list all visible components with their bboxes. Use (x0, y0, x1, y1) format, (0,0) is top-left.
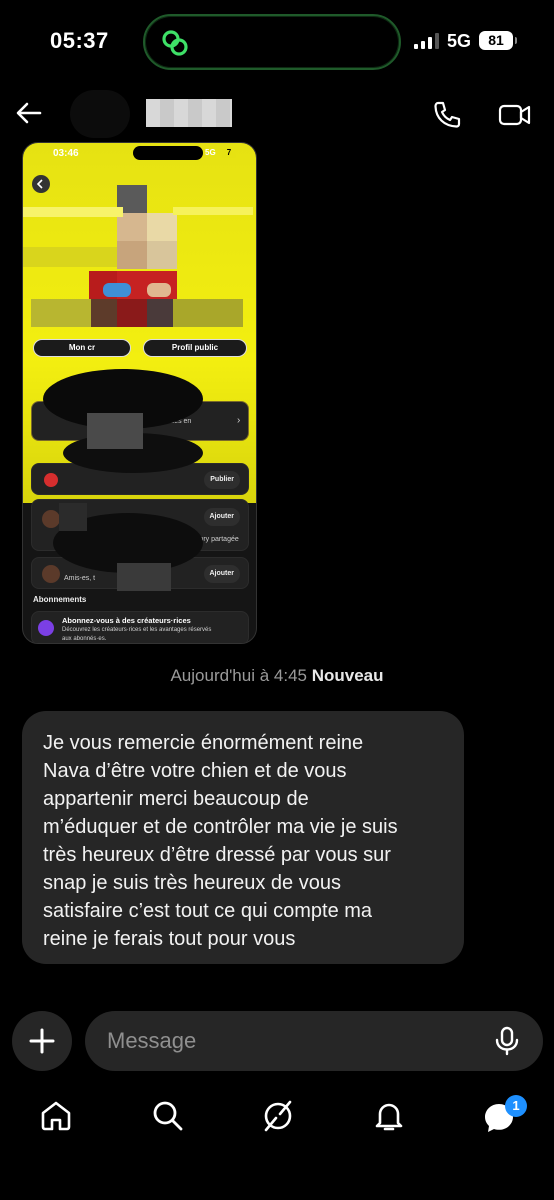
embedded-my-profile-button: Mon cr (33, 339, 131, 357)
message-timestamp: Aujourd'hui à 4:45 Nouveau (0, 666, 554, 686)
message-line: Nava d’être votre chien et de vous (43, 760, 347, 782)
chat-header (0, 84, 554, 146)
message-line: Je vous remercie énormément reine (43, 732, 364, 754)
notifications-bell-icon[interactable] (371, 1098, 407, 1134)
link-activity-icon (162, 30, 188, 56)
message-line: reine je ferais tout pour vous (43, 928, 296, 950)
embedded-status-bar: 03:46 5G 7 (23, 143, 256, 165)
new-label: Nouveau (311, 666, 384, 685)
embedded-subscriptions-header: Abonnements (33, 595, 87, 604)
home-icon[interactable] (38, 1098, 74, 1134)
embedded-battery: 7 (222, 148, 236, 158)
message-composer[interactable] (85, 1011, 543, 1071)
battery-icon: 81 (479, 31, 517, 50)
contact-name-redacted[interactable] (146, 99, 232, 127)
embedded-card-subscribe: Abonnez-vous à des créateurs·rices Décou… (31, 611, 249, 643)
plus-icon (29, 1028, 55, 1054)
add-attachment-button[interactable] (12, 1011, 72, 1071)
embedded-time: 03:46 (53, 148, 79, 159)
message-line: appartenir merci beaucoup de (43, 788, 309, 810)
microphone-icon[interactable] (491, 1025, 523, 1057)
status-time: 05:37 (50, 28, 109, 53)
dynamic-island[interactable] (143, 14, 401, 70)
message-line: snap je suis très heureux de vous (43, 872, 341, 894)
status-bar: 05:37 5G 81 (0, 0, 554, 84)
message-bubble[interactable]: Je vous remercie énormément reine Nava d… (22, 711, 464, 964)
message-input[interactable] (107, 1027, 467, 1055)
embedded-public-profile-button: Profil public (143, 339, 247, 357)
timestamp-date: Aujourd'hui à 4:45 (170, 666, 307, 685)
image-message[interactable]: 03:46 5G 7 Mon cr Profil public …entales… (22, 142, 257, 644)
embedded-back-icon (32, 175, 50, 193)
network-type: 5G (447, 31, 472, 51)
embedded-network: 5G (205, 148, 216, 157)
explore-compass-icon[interactable] (260, 1098, 296, 1134)
search-icon[interactable] (150, 1098, 186, 1134)
back-arrow-icon[interactable] (14, 98, 44, 128)
video-call-icon[interactable] (497, 98, 533, 132)
messages-badge: 1 (505, 1095, 527, 1117)
contact-avatar[interactable] (70, 90, 130, 138)
message-line: m’éduquer et de contrôler ma vie je suis (43, 816, 398, 838)
phone-call-icon[interactable] (430, 98, 464, 132)
signal-icon (414, 33, 439, 49)
message-line: satisfaire c’est tout ce qui compte ma (43, 900, 373, 922)
message-line: très heureux d’être dressé par vous sur (43, 844, 391, 866)
embedded-island (133, 146, 203, 160)
